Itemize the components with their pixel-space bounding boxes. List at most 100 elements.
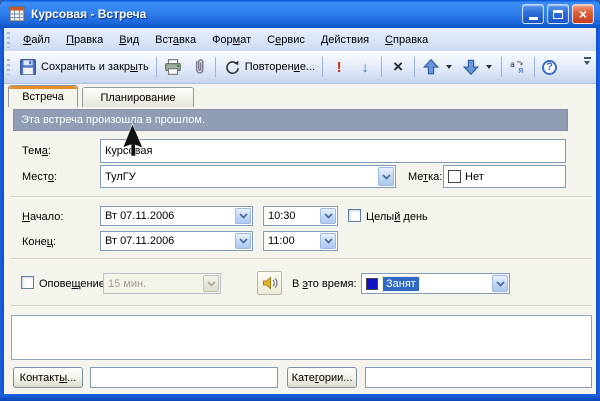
menu-edit[interactable]: Правка [58,31,111,49]
show-time-as-dropdown-button[interactable] [492,275,508,292]
menu-format[interactable]: Формат [204,31,259,49]
save-and-close-button[interactable]: Сохранить и закрыть [15,55,153,79]
past-meeting-banner: Эта встреча произошла в прошлом. [13,109,568,131]
next-item-button[interactable] [458,55,498,79]
show-time-as-value: Занят [382,275,420,292]
subject-input[interactable]: Курсовая [100,139,566,163]
reminder-checkbox[interactable] [21,276,34,289]
toolbar-separator [155,57,157,77]
subject-label: Тема: [22,145,51,157]
close-icon: × [578,6,588,22]
appointment-calendar-icon [9,6,25,22]
flag-combobox[interactable]: Нет [443,165,566,188]
contacts-field[interactable] [90,367,278,388]
high-importance-button[interactable]: ! [326,55,352,79]
close-button[interactable]: × [572,4,594,24]
end-time-dropdown-button[interactable] [320,233,336,249]
menu-actions[interactable]: Действия [313,31,377,49]
help-icon: ? [542,59,558,75]
print-button[interactable] [160,55,186,79]
menubar-grip[interactable] [7,31,10,48]
start-time-dropdown-button[interactable] [320,208,336,224]
menu-file[interactable]: Файл [15,31,58,49]
tab-scheduling[interactable]: Планирование [82,87,194,107]
separator [11,196,592,198]
menu-tools[interactable]: Сервис [259,31,313,49]
chevron-down-icon [323,213,333,219]
menu-bar: Файл Правка Вид Вставка Формат Сервис Де… [4,28,596,51]
categories-field[interactable] [365,367,592,388]
start-label: Начало: [22,211,64,223]
contacts-button[interactable]: Контакты... [13,367,83,388]
window-border-right [596,28,600,401]
show-time-as-label: В это время: [292,278,357,290]
reminder-label: Оповещение: [39,278,108,290]
titlebar: Курсовая - Встреча × [0,0,600,28]
start-date-dropdown-button[interactable] [235,208,251,224]
help-button[interactable]: ? [538,57,561,78]
reminder-sound-button[interactable] [257,271,282,295]
categories-button[interactable]: Категории... [287,367,357,388]
show-time-as-combobox[interactable]: Занят [361,273,510,294]
toolbar-separator [501,57,503,77]
separator [11,258,592,260]
chevron-down-icon [206,280,216,287]
all-day-label: Целый день [366,211,428,223]
toolbar-separator [322,57,324,77]
importance-icon: ! [336,58,342,76]
window-title: Курсовая - Встреча [31,7,147,21]
minimize-button[interactable] [522,4,544,24]
menu-view[interactable]: Вид [111,31,147,49]
chevron-down-icon [238,238,248,244]
all-day-checkbox[interactable] [348,209,361,222]
svg-text:a: a [510,60,515,69]
toolbar-separator [534,57,536,77]
separator [11,305,592,307]
flag-color-swatch [448,170,461,183]
next-item-dropdown-icon[interactable] [486,65,493,69]
location-combobox[interactable]: ТулГУ [100,165,396,188]
translate-icon: a я [510,60,523,76]
attach-button[interactable] [186,55,212,79]
previous-item-dropdown-icon[interactable] [446,65,453,69]
location-dropdown-button[interactable] [378,167,394,186]
location-label: Место: [22,171,58,183]
save-icon [20,59,36,75]
notes-textarea[interactable] [11,315,592,360]
delete-button[interactable]: × [385,55,411,79]
svg-text:я: я [518,66,523,76]
tab-appointment[interactable]: Встреча [8,85,78,107]
maximize-button[interactable] [547,4,569,24]
chevron-down-icon [381,173,391,180]
translate-button[interactable]: a я [505,55,531,79]
previous-item-icon [423,58,440,75]
menu-insert[interactable]: Вставка [147,31,204,49]
reminder-dropdown-button [203,275,219,292]
end-label: Конец: [22,236,57,248]
recurrence-icon [225,60,239,74]
maximize-icon [553,9,563,19]
toolbar-options-button[interactable] [581,57,593,65]
toolbar-separator [381,57,383,77]
toolbar-separator [214,57,216,77]
toolbar-options-icon [584,61,590,65]
toolbar: Сохранить и закрыть Повторение... ! ↓ × … [4,51,596,84]
busy-color-swatch [366,277,378,290]
speaker-icon [262,276,277,290]
appointment-window: Курсовая - Встреча × Файл Правка Вид Вст… [0,0,600,401]
start-date-picker[interactable]: Вт 07.11.2006 [100,206,253,226]
chevron-down-icon [238,213,248,219]
start-time-picker[interactable]: 10:30 [263,206,338,226]
minimize-icon [528,17,538,20]
reminder-time-combobox: 15 мин. [103,273,221,294]
previous-item-button[interactable] [418,55,458,79]
menu-help[interactable]: Справка [377,31,436,49]
low-importance-button[interactable]: ↓ [352,55,378,79]
end-date-picker[interactable]: Вт 07.11.2006 [100,231,253,251]
toolbar-grip[interactable] [7,59,10,75]
delete-icon: × [393,57,404,76]
end-date-dropdown-button[interactable] [235,233,251,249]
recurrence-button[interactable]: Повторение... [219,55,319,79]
end-time-picker[interactable]: 11:00 [263,231,338,251]
flag-label: Метка: [408,171,443,183]
